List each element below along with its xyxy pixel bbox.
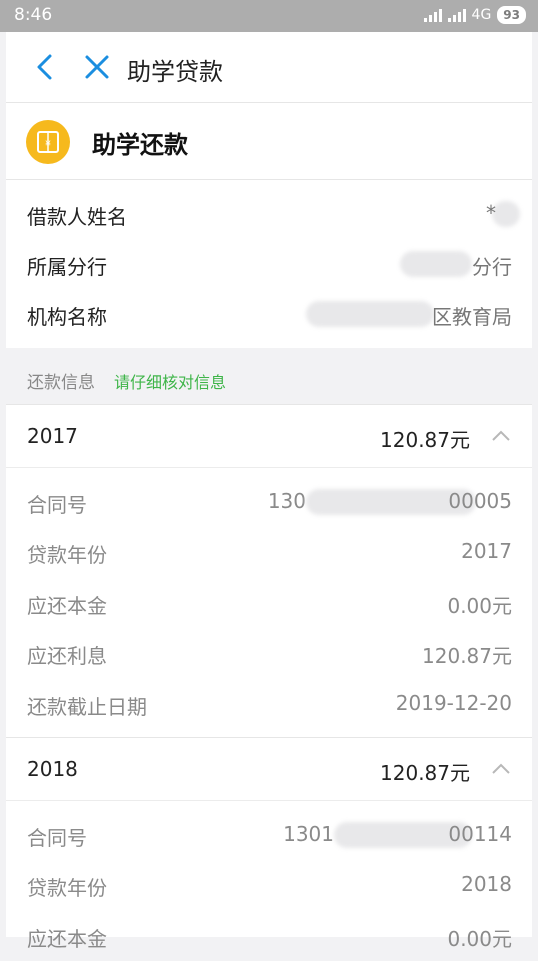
contract-label: 合同号: [27, 493, 87, 517]
branch-label: 所属分行: [27, 255, 107, 279]
page-title: 助学贷款: [127, 58, 223, 86]
loan-year-label: 贷款年份: [27, 543, 107, 567]
institution-label: 机构名称: [27, 305, 107, 329]
status-bar: 8:46 4G 93: [0, 0, 538, 32]
borrower-card: ¥ 助学还款 借款人姓名 * 所属分行 分行 机构名称 区教育局: [6, 103, 532, 348]
battery-icon: 93: [497, 6, 526, 24]
principal-value: 0.00元: [447, 927, 512, 951]
app-title: 助学还款: [92, 131, 188, 159]
svg-text:¥: ¥: [45, 140, 51, 150]
year-amount: 120.87元: [380, 428, 470, 452]
app-header: ¥ 助学还款: [6, 103, 532, 180]
institution-row: 机构名称 区教育局: [6, 289, 532, 339]
close-icon[interactable]: [79, 49, 115, 85]
redaction-blur: [492, 201, 520, 227]
deadline-value: 2019-12-20: [395, 691, 512, 715]
year-label: 2017: [27, 424, 78, 448]
contract-row: 合同号 1301 00114: [6, 810, 532, 860]
principal-value: 0.00元: [447, 594, 512, 618]
borrower-name-row: 借款人姓名 *: [6, 189, 532, 239]
principal-label: 应还本金: [27, 927, 107, 951]
repayment-info-label: 还款信息: [27, 373, 95, 393]
verify-hint: 请仔细核对信息: [114, 373, 227, 392]
repayment-info-header: 还款信息 请仔细核对信息: [6, 348, 532, 404]
year-label: 2018: [27, 757, 78, 781]
status-time: 8:46: [14, 5, 53, 25]
loan-year-row: 贷款年份 2017: [6, 527, 532, 577]
redaction-blur: [400, 251, 472, 277]
year-amount: 120.87元: [380, 761, 470, 785]
borrower-name-label: 借款人姓名: [27, 205, 127, 229]
interest-row: 应还利息 120.87元: [6, 628, 532, 678]
loan-year-row: 贷款年份 2018: [6, 860, 532, 910]
borrower-name-value: *: [486, 201, 496, 225]
branch-value: 分行: [472, 255, 512, 279]
back-icon[interactable]: [28, 49, 64, 85]
interest-value: 120.87元: [422, 644, 512, 668]
principal-label: 应还本金: [27, 594, 107, 618]
loan-year-value: 2017: [461, 539, 512, 563]
year-card-2017: 2017 120.87元 合同号 130 00005 贷款年份 2017 应还本…: [6, 404, 532, 737]
branch-row: 所属分行 分行: [6, 239, 532, 289]
year-card-2018: 2018 120.87元 合同号 1301 00114 贷款年份 2018 应还…: [6, 737, 532, 951]
contract-label: 合同号: [27, 826, 87, 850]
chevron-up-icon[interactable]: [490, 758, 512, 780]
deadline-label: 还款截止日期: [27, 695, 147, 719]
repayment-book-icon: ¥: [26, 120, 70, 164]
redaction-blur: [306, 301, 434, 327]
contract-prefix: 1301: [283, 822, 334, 846]
contract-row: 合同号 130 00005: [6, 477, 532, 527]
principal-row: 应还本金 0.00元: [6, 911, 532, 961]
contract-suffix: 00114: [448, 822, 512, 846]
loan-year-value: 2018: [461, 872, 512, 896]
navigation-bar: 助学贷款: [6, 32, 532, 103]
contract-suffix: 00005: [448, 489, 512, 513]
contract-prefix: 130: [267, 489, 306, 513]
loan-year-label: 贷款年份: [27, 876, 107, 900]
chevron-up-icon[interactable]: [490, 425, 512, 447]
deadline-row: 还款截止日期 2019-12-20: [6, 679, 532, 729]
institution-value: 区教育局: [432, 305, 512, 329]
year-header[interactable]: 2017 120.87元: [6, 405, 532, 468]
principal-row: 应还本金 0.00元: [6, 578, 532, 628]
interest-label: 应还利息: [27, 644, 107, 668]
network-type: 4G: [471, 7, 492, 23]
year-header[interactable]: 2018 120.87元: [6, 738, 532, 801]
signal-icon: [423, 8, 442, 22]
signal-icon-2: [447, 8, 466, 22]
